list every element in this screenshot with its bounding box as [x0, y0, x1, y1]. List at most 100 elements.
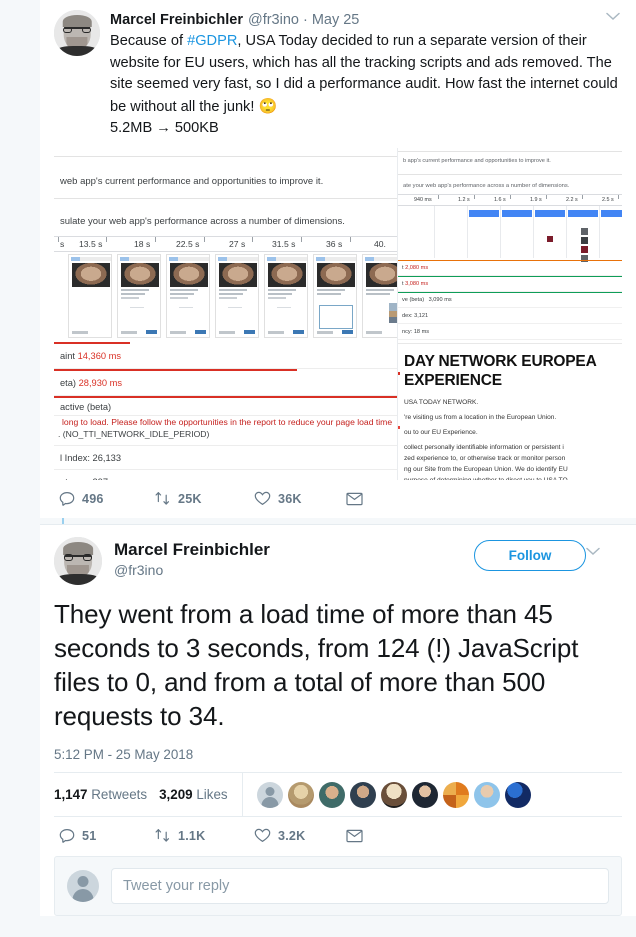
engager-avatar-8[interactable]: [473, 781, 500, 808]
separator-dot: ·: [302, 12, 308, 28]
likes-count: 3,209: [159, 787, 193, 802]
metric-label: active (beta): [60, 401, 112, 412]
engager-avatar-1[interactable]: [256, 781, 283, 808]
metric-row: ve (beta) 3,090 ms: [398, 291, 622, 308]
engager-avatar-4[interactable]: [349, 781, 376, 808]
filmstrip-frame: [215, 253, 259, 338]
usatoday-paragraph: 're visiting us from a location in the E…: [404, 413, 557, 421]
retweet-icon: [154, 827, 171, 844]
engager-avatar-7[interactable]: [442, 781, 469, 808]
tweet-text-second-line: 5.2MB → 500KB: [110, 120, 219, 136]
share-button[interactable]: [346, 827, 363, 844]
tick-label: 18 s: [134, 238, 151, 249]
audit-panel-before: web app's current performance and opport…: [54, 147, 401, 480]
usatoday-eu-notice: DAY NETWORK EUROPEA EXPERIENCE USA TODAY…: [398, 342, 622, 480]
metric-value: 3,090 ms: [428, 296, 452, 303]
hashtag-link[interactable]: #GDPR: [187, 33, 237, 49]
avatar[interactable]: [54, 537, 102, 585]
audit-after-filmstrip: [398, 205, 622, 262]
metric-label: ve (beta): [402, 296, 425, 303]
tweet-focused: Marcel Freinbichler @fr3ino Follow They …: [40, 524, 636, 916]
author-handle[interactable]: @fr3ino: [248, 11, 299, 30]
audit-before-heading-2: sulate your web app's performance across…: [60, 215, 345, 227]
avatar[interactable]: [54, 10, 100, 56]
roll-eyes-emoji: 🙄: [258, 97, 278, 115]
filmstrip-frame: [264, 253, 308, 338]
author-handle[interactable]: @fr3ino: [114, 561, 474, 580]
metric-value: 14,360 ms: [77, 350, 122, 361]
retweet-count: 25K: [178, 491, 202, 506]
audit-before-metrics: aint 14,360 ms eta) 28,930 ms active (be…: [54, 341, 401, 480]
chevron-down-icon[interactable]: [606, 12, 620, 21]
metric-row: atency: 297 ms: [54, 470, 401, 480]
tweet-actions: 51 1.1K 3.2K: [54, 816, 622, 854]
reply-button[interactable]: 496: [58, 490, 154, 507]
retweets-label: Retweets: [91, 787, 148, 802]
usatoday-paragraph: collect personally identifiable informat…: [404, 443, 564, 451]
reply-button[interactable]: 51: [58, 827, 154, 844]
metric-row: eta) 28,930 ms: [54, 368, 401, 396]
usatoday-paragraph: USA TODAY NETWORK.: [404, 398, 479, 406]
usatoday-paragraph: ou to our EU Experience.: [404, 428, 478, 436]
follow-button[interactable]: Follow: [474, 540, 586, 571]
tweet-timestamp[interactable]: 5:12 PM - 25 May 2018: [54, 747, 622, 762]
tweet-text: Because of #GDPR, USA Today decided to r…: [110, 31, 622, 118]
author-name[interactable]: Marcel Freinbichler: [110, 11, 243, 30]
engager-avatar-6[interactable]: [411, 781, 438, 808]
reply-icon: [58, 827, 75, 844]
audit-warning: long to load. Please follow the opportun…: [54, 416, 401, 446]
tick-label: 2.2 s: [566, 196, 578, 203]
tweet-date[interactable]: May 25: [312, 11, 360, 30]
retweet-icon: [154, 490, 171, 507]
metric-extra: ncy: 18 ms: [402, 328, 430, 335]
retweet-count: 1.1K: [178, 828, 206, 843]
engager-avatar-9[interactable]: [504, 781, 531, 808]
metric-row: t 2,080 ms: [398, 259, 622, 276]
engager-avatar-2[interactable]: [287, 781, 314, 808]
tweet-actions: 496 25K 36K: [54, 480, 622, 518]
like-count: 3.2K: [278, 828, 306, 843]
reply-input[interactable]: [111, 868, 609, 904]
audit-before-heading-1: web app's current performance and opport…: [60, 175, 324, 187]
metric-row: ncy: 18 ms: [398, 324, 622, 340]
author-name[interactable]: Marcel Freinbichler: [114, 539, 474, 560]
engagement-stats: 1,147 Retweets 3,209 Likes: [54, 772, 622, 817]
audit-after-metrics: t 2,080 ms t 3,080 ms ve (beta) 3,090 ms: [398, 259, 622, 340]
share-button[interactable]: [346, 490, 363, 507]
metric-extra: dex: 3,121: [402, 312, 429, 319]
metric-extra: atency: 297 ms: [60, 477, 123, 480]
usatoday-title-line-2: EXPERIENCE: [404, 371, 502, 389]
engager-avatar-5[interactable]: [380, 781, 407, 808]
chevron-down-icon[interactable]: [586, 547, 622, 556]
metric-label: eta): [60, 377, 77, 388]
tick-label: 22.5 s: [176, 238, 200, 249]
retweet-button[interactable]: 1.1K: [154, 827, 254, 844]
metric-value: 2,080 ms: [405, 264, 429, 271]
filmstrip-frame: [362, 253, 401, 338]
like-button[interactable]: 36K: [254, 490, 346, 507]
tick-label: 2.5 s: [602, 196, 614, 203]
like-button[interactable]: 3.2K: [254, 827, 346, 844]
tick-label: s: [60, 238, 65, 249]
metric-extra: l Index: 26,133: [60, 452, 121, 463]
likes-stat[interactable]: 3,209 Likes: [159, 787, 228, 802]
engager-avatar-3[interactable]: [318, 781, 345, 808]
audit-before-timeline-ticks: s 13.5 s 18 s 22.5 s 27 s 31.5 s 36 s 40…: [54, 235, 401, 252]
likes-label: Likes: [196, 787, 228, 802]
retweets-stat[interactable]: 1,147 Retweets: [54, 787, 147, 802]
tick-label: 1.9 s: [530, 196, 542, 203]
retweets-count: 1,147: [54, 787, 88, 802]
metric-label: t: [402, 264, 404, 271]
tick-label: 31.5 s: [272, 238, 296, 249]
usatoday-paragraph: ng our Site from the European Union. We …: [404, 465, 568, 473]
default-avatar: [67, 870, 99, 902]
reply-composer[interactable]: [54, 856, 622, 916]
usatoday-title-line-1: DAY NETWORK EUROPEA: [404, 352, 597, 370]
retweet-button[interactable]: 25K: [154, 490, 254, 507]
tweet-primary: Marcel Freinbichler @fr3ino · May 25 Bec…: [40, 0, 636, 518]
tweet-media-image[interactable]: web app's current performance and opport…: [54, 147, 622, 480]
usatoday-paragraph: purpose of determining whether to direct…: [404, 475, 622, 480]
tick-label: 1.6 s: [494, 196, 506, 203]
metric-row: aint 14,360 ms: [54, 341, 401, 369]
tick-label: 36 s: [326, 238, 343, 249]
